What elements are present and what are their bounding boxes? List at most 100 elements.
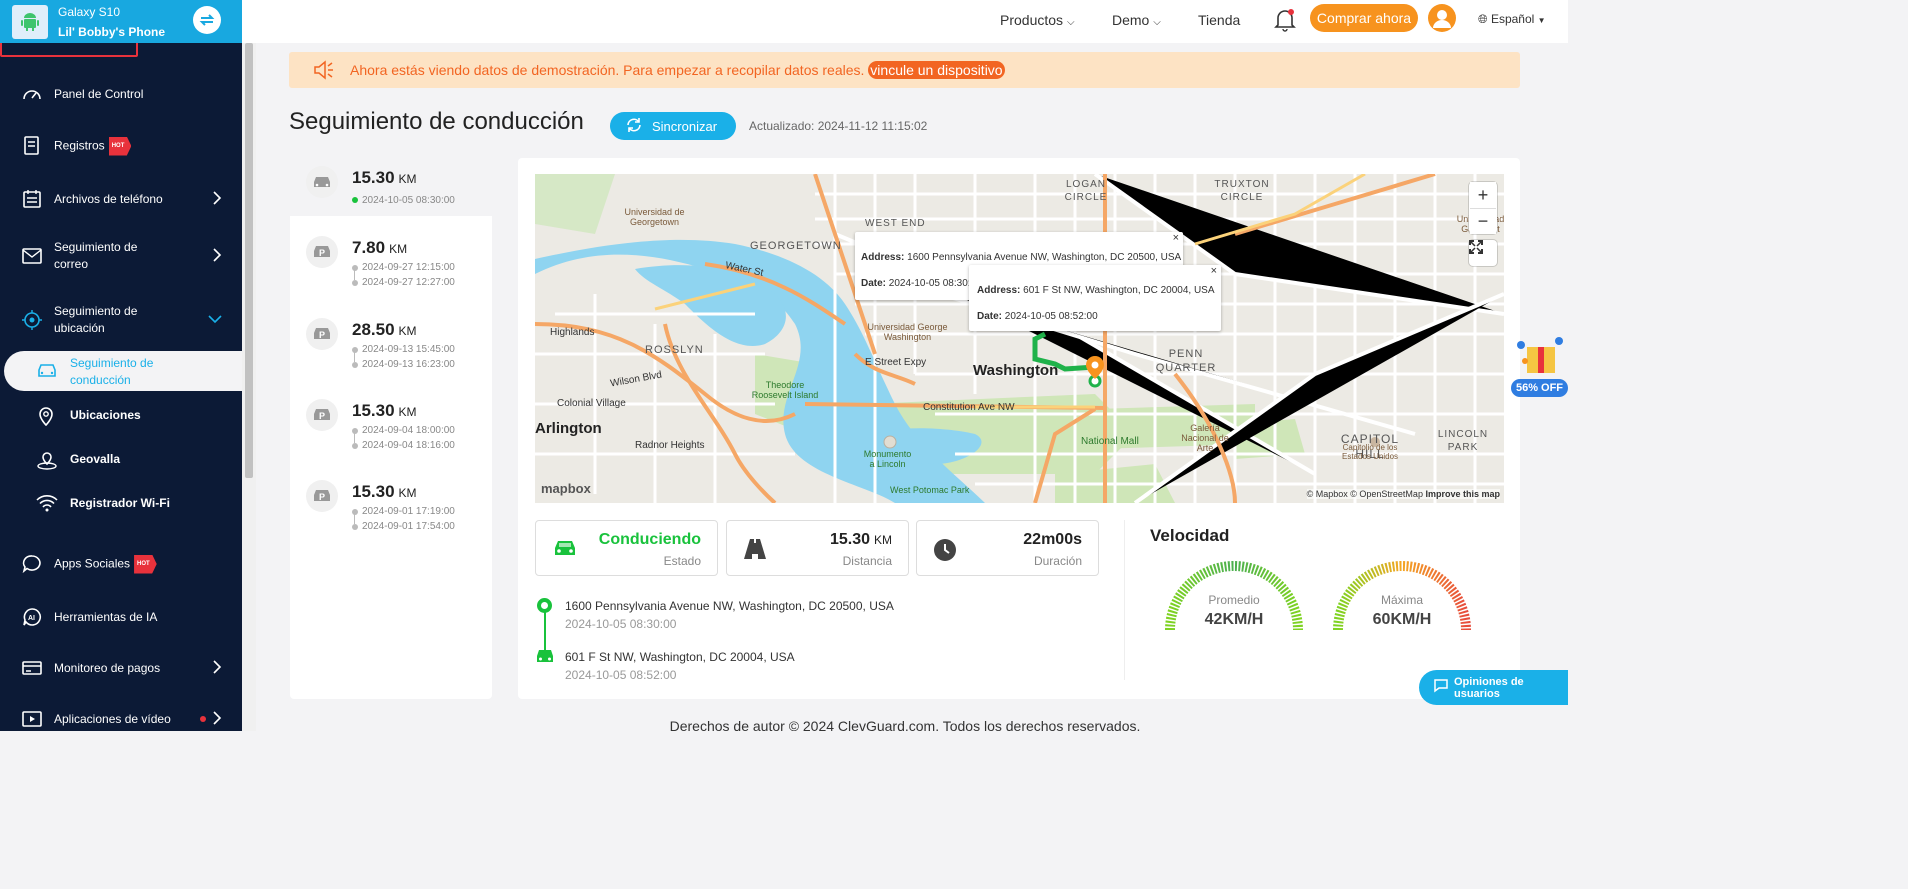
map-label: Colonial Village	[557, 398, 626, 409]
sidebar-item-ai-tools[interactable]: AI Herramientas de IA	[0, 606, 242, 628]
link-device-link[interactable]: vincule un dispositivo	[868, 61, 1005, 79]
close-icon[interactable]: ×	[1173, 232, 1179, 244]
avg-speed-label: Promedio	[1208, 593, 1260, 607]
trip-time: 2024-10-05 08:30:00	[362, 195, 455, 206]
sidebar-subitem-wifi[interactable]: Registrador Wi-Fi	[0, 484, 242, 524]
trip-time: 2024-09-27 12:15:00	[362, 262, 455, 273]
device-name: Lil' Bobby's Phone	[58, 24, 166, 39]
map-attribution[interactable]: © Mapbox © OpenStreetMap	[1307, 489, 1423, 499]
timeline-line	[354, 514, 355, 524]
menu-demo-label: Demo	[1112, 12, 1150, 28]
trip-item[interactable]: P 15.30 KM 2024-09-04 18:00:00 2024-09-04…	[290, 391, 492, 461]
banner-text: Ahora estás viendo datos de demostración…	[350, 62, 865, 78]
trip-distance: 15.30	[352, 482, 395, 501]
language-select[interactable]: 🌐︎ Español ▼	[1478, 12, 1546, 27]
calendar-icon	[21, 188, 43, 210]
status-value: Conduciendo	[598, 531, 701, 548]
trip-unit: KM	[398, 324, 417, 338]
popup-date-label: Date:	[977, 311, 1003, 322]
wifi-icon	[36, 494, 58, 515]
sidebar-subitem-geofence[interactable]: Geovalla	[0, 440, 242, 480]
sidebar-subitem-locations[interactable]: Ubicaciones	[0, 396, 242, 436]
trip-item[interactable]: P 15.30 KM 2024-09-01 17:19:00 2024-09-01…	[290, 472, 492, 542]
bell-icon[interactable]	[1274, 8, 1296, 37]
car-icon	[535, 648, 555, 669]
globe-icon: 🌐︎	[1478, 12, 1488, 26]
sync-label: Sincronizar	[652, 118, 718, 134]
map-label: Galería Nacional de Arte	[1181, 423, 1229, 453]
speed-title: Velocidad	[1150, 526, 1230, 545]
sidebar-item-location[interactable]: Seguimiento de ubicación	[0, 302, 242, 338]
zoom-in-button[interactable]: +	[1470, 182, 1496, 208]
end-dot	[352, 362, 358, 368]
distance-value: 15.30	[829, 531, 870, 548]
map-label: Washington	[973, 362, 1059, 379]
sidebar-subitem-driving[interactable]: Seguimiento de conducción	[4, 351, 242, 391]
scrollbar[interactable]	[242, 43, 256, 731]
menu-demo[interactable]: Demo ⌵	[1112, 12, 1161, 28]
sidebar-item-label: Registros	[54, 138, 105, 153]
mapbox-logo[interactable]: mapbox	[541, 481, 591, 496]
trip-list: 15.30 KM 2024-10-05 08:30:00 P 7.80 KM 202…	[290, 158, 492, 699]
car-icon	[552, 538, 578, 563]
trip-time: 2024-09-13 15:45:00	[362, 344, 455, 355]
avg-speed-gauge: Promedio 42KM/H	[1164, 556, 1304, 641]
switch-device-icon[interactable]	[193, 6, 221, 34]
page-title: Seguimiento de conducción	[289, 108, 584, 135]
menu-store[interactable]: Tienda	[1198, 12, 1240, 28]
trip-item[interactable]: 15.30 KM 2024-10-05 08:30:00	[290, 158, 492, 216]
sidebar-item-payments[interactable]: Monitoreo de pagos	[0, 657, 242, 679]
device-switcher[interactable]: Galaxy S10 Lil' Bobby's Phone	[0, 0, 242, 43]
sidebar-item-phone-files[interactable]: Archivos de teléfono	[0, 188, 242, 210]
map-label: LOGAN CIRCLE	[1064, 179, 1108, 203]
map-label: LINCOLN PARK	[1437, 429, 1489, 453]
map-label: E Street Expy	[865, 357, 927, 368]
parking-icon: P	[306, 236, 338, 268]
sidebar: Galaxy S10 Lil' Bobby's Phone Panel de C…	[0, 0, 242, 731]
mail-icon	[21, 245, 43, 267]
start-dot	[352, 265, 358, 271]
svg-text:P: P	[319, 248, 325, 258]
sidebar-item-records[interactable]: Registros HOT	[0, 135, 242, 157]
sidebar-item-dashboard[interactable]: Panel de Control	[0, 83, 242, 105]
popup-date-label: Date:	[861, 278, 887, 289]
popup-date: 2024-10-05 08:52:00	[1004, 311, 1098, 322]
sidebar-subitem-label: Geovalla	[70, 452, 121, 466]
avatar[interactable]	[1428, 4, 1456, 32]
sidebar-item-social-apps[interactable]: Apps Sociales HOT	[0, 553, 242, 575]
map[interactable]: Washington Arlington GEORGETOWN ROSSLYN …	[535, 174, 1504, 503]
improve-map-link[interactable]: Improve this map	[1425, 489, 1500, 499]
location-target-icon	[21, 309, 43, 331]
car-icon	[306, 166, 338, 198]
start-dot	[352, 347, 358, 353]
sidebar-item-label: Apps Sociales	[54, 556, 131, 571]
trip-item[interactable]: P 7.80 KM 2024-09-27 12:15:00 2024-09-27 …	[290, 228, 492, 298]
sync-button[interactable]: Sincronizar	[610, 112, 736, 140]
buy-now-button[interactable]: Comprar ahora	[1310, 4, 1418, 32]
timeline-line	[354, 352, 355, 362]
scrollbar-thumb[interactable]	[245, 43, 253, 478]
zoom-out-button[interactable]: −	[1470, 208, 1496, 234]
sidebar-item-label: Panel de Control	[54, 86, 144, 101]
end-dot	[352, 443, 358, 449]
chevron-right-icon	[212, 247, 222, 265]
trip-distance: 15.30	[352, 401, 395, 420]
chevron-right-icon	[212, 659, 222, 677]
device-model: Galaxy S10	[58, 4, 121, 19]
car-icon	[36, 361, 58, 384]
status-dot	[352, 197, 358, 203]
user-feedback-button[interactable]: Opiniones de usuarios	[1419, 670, 1568, 705]
sidebar-item-email[interactable]: Seguimiento de correo	[0, 238, 242, 274]
trip-item[interactable]: P 28.50 KM 2024-09-13 15:45:00 2024-09-13…	[290, 310, 492, 380]
fullscreen-icon[interactable]	[1469, 240, 1497, 266]
promo-label: 56% OFF	[1511, 379, 1568, 397]
trip-distance: 15.30	[352, 168, 395, 187]
route-end-time: 2024-10-05 08:52:00	[565, 668, 677, 682]
video-icon	[21, 708, 43, 730]
promo-badge[interactable]: 56% OFF	[1511, 333, 1568, 399]
sidebar-item-video-apps[interactable]: Aplicaciones de vídeo	[0, 708, 242, 730]
close-icon[interactable]: ×	[1211, 265, 1217, 277]
trip-time: 2024-09-04 18:00:00	[362, 425, 455, 436]
map-label: PENN QUARTER	[1155, 348, 1217, 374]
menu-products[interactable]: Productos ⌵	[1000, 12, 1075, 28]
